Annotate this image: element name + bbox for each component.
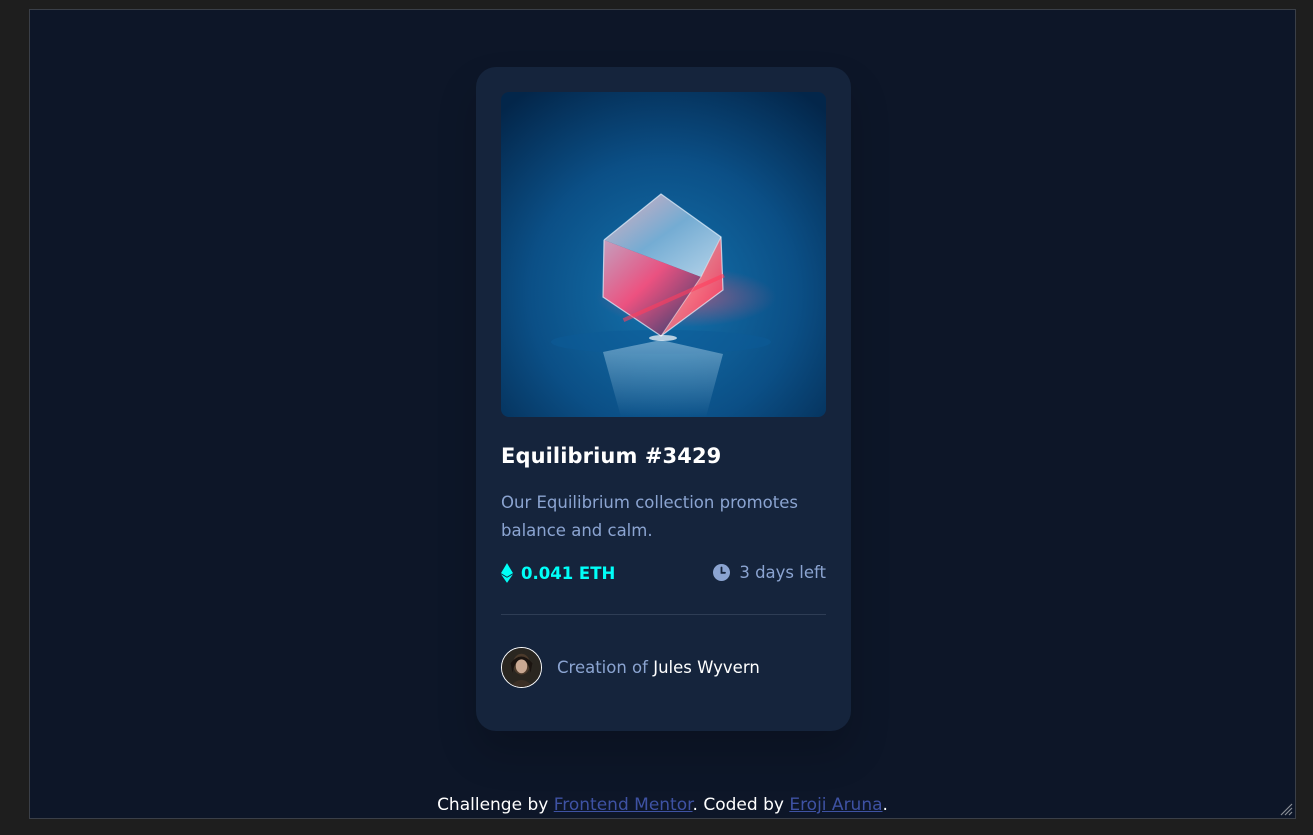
nft-card: Equilibrium #3429 Our Equilibrium collec… [476,67,851,731]
ethereum-icon [501,563,513,583]
frontend-mentor-link[interactable]: Frontend Mentor [554,795,693,815]
time-remaining: 3 days left [713,563,826,582]
creator-text: Creation of Jules Wyvern [557,658,760,677]
price: 0.041 ETH [501,563,615,583]
price-value: 0.041 ETH [521,563,616,583]
challenge-prefix: Challenge by [437,795,549,815]
card-title[interactable]: Equilibrium #3429 [501,444,721,468]
nft-image[interactable] [501,92,826,417]
attribution-suffix: . [882,795,888,815]
divider [501,614,826,615]
creator-row: Creation of Jules Wyvern [501,645,760,689]
avatar[interactable] [501,646,542,688]
page-viewport: Equilibrium #3429 Our Equilibrium collec… [29,9,1296,819]
coded-prefix: . Coded by [692,795,784,815]
card-description: Our Equilibrium collection promotes bala… [501,493,798,540]
attribution: Challenge by Frontend Mentor. Coded by E… [30,795,1295,815]
card-meta: 0.041 ETH 3 days left [501,563,826,589]
creator-prefix: Creation of [557,657,648,677]
time-left-value: 3 days left [739,563,826,582]
resize-grip-icon[interactable] [1279,802,1293,816]
clock-icon [713,564,731,581]
author-link[interactable]: Eroji Aruna [789,795,882,815]
creator-name-link[interactable]: Jules Wyvern [653,658,760,677]
